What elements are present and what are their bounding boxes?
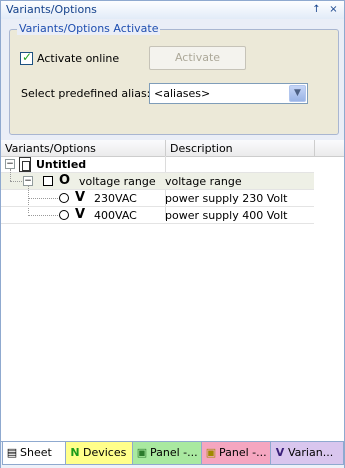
- activate-online-label: Activate online: [37, 52, 120, 65]
- tree-row-voltage-range[interactable]: − O voltage range voltage range: [1, 169, 314, 189]
- tree-node-description: voltage range: [165, 175, 242, 188]
- column-header-description-label: Description: [170, 142, 233, 155]
- variant-indicator: V: [75, 207, 86, 222]
- tree-node-description: power supply 400 Volt: [165, 209, 288, 222]
- pin-icon[interactable]: ↑: [310, 3, 323, 16]
- tree-connector: [10, 169, 11, 181]
- variants-tree: Variants/Options Description − Untitled …: [1, 140, 344, 441]
- tab-variants[interactable]: V Varian...: [270, 442, 344, 465]
- variant-indicator: V: [75, 190, 86, 205]
- tab-panel-1[interactable]: ▣ Panel -...: [132, 442, 202, 465]
- tree-row-untitled[interactable]: − Untitled: [1, 156, 314, 172]
- option-checkbox[interactable]: [43, 176, 53, 186]
- tree-node-label: 230VAC: [94, 192, 137, 205]
- tree-connector: [28, 198, 58, 199]
- activate-groupbox: Variants/Options Activate ✓ Activate onl…: [9, 22, 339, 135]
- panel-tabbar: ▤ Sheet N Devices ▣ Panel -... ▣ Panel -... …: [1, 441, 344, 468]
- sheet-icon: ▤: [6, 446, 18, 459]
- tab-sheet[interactable]: ▤ Sheet: [2, 442, 66, 465]
- tree-node-label: 400VAC: [94, 209, 137, 222]
- tree-connector: [28, 215, 58, 216]
- tab-label: Varian...: [288, 446, 334, 459]
- activate-button[interactable]: Activate: [149, 46, 246, 70]
- tree-node-label: voltage range: [79, 175, 156, 188]
- project-icon: [19, 157, 31, 172]
- activate-area: Variants/Options Activate ✓ Activate onl…: [1, 19, 344, 140]
- alias-select[interactable]: <aliases> ▼: [149, 83, 308, 104]
- tree-node-description: power supply 230 Volt: [165, 192, 288, 205]
- pane-title: Variants/Options: [6, 3, 97, 16]
- groupbox-legend: Variants/Options Activate: [17, 22, 161, 35]
- checkmark-icon: ✓: [22, 50, 33, 64]
- tree-row-230vac[interactable]: V 230VAC power supply 230 Volt: [1, 185, 314, 213]
- activate-online-checkbox[interactable]: ✓: [20, 50, 33, 65]
- tree-node-label: Untitled: [36, 158, 87, 171]
- tab-panel-2[interactable]: ▣ Panel -...: [201, 442, 271, 465]
- panel-icon: ▣: [136, 446, 148, 459]
- variant-radio[interactable]: [59, 193, 69, 203]
- option-indicator: O: [59, 173, 71, 188]
- alias-select-value: <aliases>: [154, 87, 211, 100]
- panel-icon: ▣: [205, 446, 217, 459]
- devices-icon: N: [70, 446, 80, 459]
- tab-label: Sheet: [20, 446, 52, 459]
- collapse-icon[interactable]: −: [5, 159, 15, 169]
- tree-row-400vac[interactable]: V 400VAC power supply 400 Volt: [1, 207, 314, 223]
- variant-radio[interactable]: [59, 210, 69, 220]
- tab-devices[interactable]: N Devices: [65, 442, 133, 465]
- tab-label: Panel -...: [150, 446, 198, 459]
- column-header-variants[interactable]: Variants/Options: [1, 140, 166, 156]
- tab-label: Panel -...: [219, 446, 267, 459]
- alias-label: Select predefined alias:: [21, 87, 151, 100]
- tab-label: Devices: [83, 446, 127, 459]
- tree-connector: [10, 181, 22, 182]
- variants-icon: V: [275, 446, 285, 459]
- row-divider: [1, 223, 314, 224]
- pane-titlebar: Variants/Options ↑ ×: [1, 1, 344, 20]
- column-header-description[interactable]: Description: [166, 140, 315, 156]
- tree-header: Variants/Options Description: [1, 140, 344, 157]
- chevron-down-icon[interactable]: ▼: [289, 85, 306, 102]
- close-icon[interactable]: ×: [327, 3, 340, 16]
- column-header-variants-label: Variants/Options: [5, 142, 96, 155]
